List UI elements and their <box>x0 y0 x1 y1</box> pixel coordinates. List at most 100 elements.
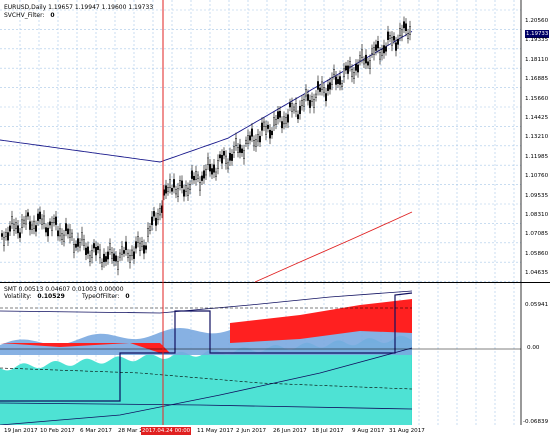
candle-body <box>355 64 358 71</box>
candle-body <box>337 79 340 84</box>
candle-body <box>252 140 255 147</box>
candle-body <box>102 253 105 263</box>
candle-body <box>321 81 324 90</box>
candle-body <box>285 117 288 124</box>
candle-body <box>88 255 91 262</box>
price-axis-label: 1.04635 <box>525 270 549 277</box>
candle-body <box>224 155 227 164</box>
candle-body <box>82 239 85 246</box>
candle-body <box>263 121 266 127</box>
candle-body <box>25 215 28 225</box>
candle-body <box>100 262 103 267</box>
candle-body <box>146 227 149 237</box>
candle-body <box>12 223 15 231</box>
candle-body <box>279 110 282 118</box>
candle-body <box>305 89 308 97</box>
indicator-filter-label: SVCHV_Filter: 0 <box>4 12 55 19</box>
time-label: 26 Jun 2017 <box>273 428 307 434</box>
candle-body <box>124 241 127 251</box>
candle-body <box>206 157 209 165</box>
candle-body <box>6 232 9 241</box>
candle-body <box>39 211 42 220</box>
candle-body <box>407 33 410 40</box>
candle-body <box>232 146 235 153</box>
candle-body <box>74 243 77 248</box>
candle-body <box>236 147 239 153</box>
candle-body <box>90 250 93 258</box>
candle-body <box>369 60 372 69</box>
candle-body <box>4 232 7 237</box>
candle-body <box>261 122 264 131</box>
candle-body <box>287 114 290 123</box>
main-chart-panel[interactable]: EURUSD,Daily 1.19657 1.19947 1.19600 1.1… <box>0 0 550 283</box>
candle-body <box>351 69 354 77</box>
candle-body <box>172 179 175 188</box>
sub-chart-panel[interactable]: SMT 0.00513 0.04607 0.01003 0.00000 Vola… <box>0 283 550 425</box>
candle-body <box>359 55 362 62</box>
candle-body <box>365 54 368 64</box>
candle-body <box>399 28 402 36</box>
candle-body <box>307 94 310 101</box>
candle-body <box>327 84 330 91</box>
candle-body <box>41 218 44 225</box>
candle-body <box>196 174 199 179</box>
price-axis: 1.20560 1.19335 1.18110 1.16885 1.15660 1.144… <box>522 0 550 283</box>
candle-body <box>248 135 251 141</box>
candle-body <box>194 171 197 180</box>
candle-body <box>311 96 314 102</box>
main-chart-canvas[interactable] <box>0 0 550 283</box>
candle-body <box>323 87 326 93</box>
candle-body <box>309 100 312 108</box>
candle-body <box>136 236 139 243</box>
price-axis-label: 1.18110 <box>525 56 549 63</box>
sub-chart-canvas[interactable] <box>0 283 550 425</box>
cursor-time-tag: 2017.04.24 00:00 <box>141 427 192 435</box>
candle-body <box>21 219 24 228</box>
candle-body <box>98 249 101 259</box>
candle-body <box>110 252 113 259</box>
candle-body <box>120 246 123 255</box>
candle-body <box>66 228 69 235</box>
candle-body <box>257 134 260 142</box>
candle-body <box>200 175 203 181</box>
candle-body <box>132 251 135 259</box>
candle-body <box>315 93 318 98</box>
time-label: 2 Jun 2017 <box>236 428 267 434</box>
candle-body <box>349 61 352 68</box>
sub-chart-title: SMT 0.00513 0.04607 0.01003 0.00000 <box>4 286 124 293</box>
candle-body <box>80 232 83 241</box>
candle-body <box>35 225 38 232</box>
candle-body <box>186 187 189 196</box>
candle-body <box>49 221 52 226</box>
candle-body <box>240 148 243 154</box>
candle-body <box>371 48 374 54</box>
candle-body <box>301 99 304 106</box>
candle-body <box>106 251 109 260</box>
time-label: 6 Mar 2017 <box>80 428 112 434</box>
candle-body <box>70 232 73 238</box>
candle-body <box>61 233 64 241</box>
candle-body <box>76 238 79 247</box>
candle-body <box>385 46 388 52</box>
candle-body <box>381 49 384 56</box>
candle-body <box>325 93 328 102</box>
candle-body <box>202 170 205 179</box>
type-of-filter-label: TypeOfFilter: 0 <box>82 293 130 300</box>
candle-body <box>192 175 195 181</box>
candle-body <box>317 81 320 90</box>
candle-body <box>3 237 6 246</box>
time-label: 9 Aug 2017 <box>352 428 385 434</box>
candle-body <box>118 252 121 258</box>
indicator-filter-value: 0 <box>50 12 55 19</box>
candle-body <box>164 185 167 194</box>
candle-body <box>64 223 67 231</box>
candle-body <box>68 229 71 238</box>
candle-body <box>150 216 153 225</box>
price-axis-label: 1.10760 <box>525 173 549 180</box>
candle-body <box>29 221 32 230</box>
candle-body <box>126 252 129 258</box>
candle-body <box>361 49 364 58</box>
candle-body <box>156 213 159 220</box>
candle-body <box>112 253 115 262</box>
type-of-filter-value: 0 <box>125 293 130 300</box>
